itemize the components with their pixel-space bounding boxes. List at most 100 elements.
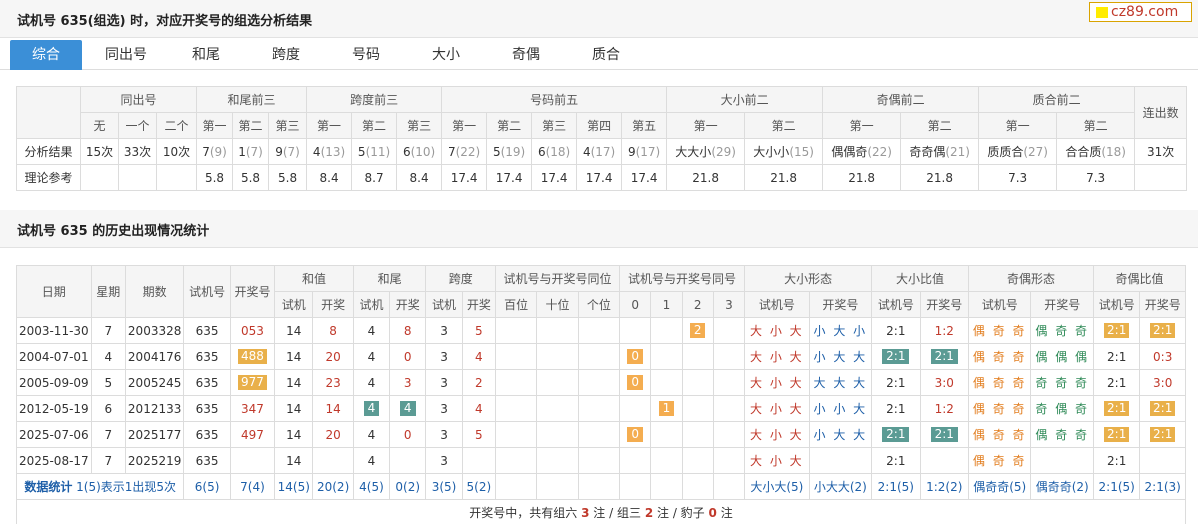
tab-daxiao[interactable]: 大小: [410, 40, 482, 70]
same-position-cell: [494, 369, 538, 396]
tail-trial-cell: 4: [352, 369, 391, 396]
same-position-cell: [494, 421, 538, 448]
history-header-10: 大小形态: [744, 265, 873, 292]
result-cell: 合合质(18): [1056, 138, 1136, 165]
size-pattern-draw: 小 大 大: [808, 421, 873, 448]
stats-cell: [577, 473, 621, 500]
draw-number-cell: [229, 447, 276, 474]
history-subheader-17: 试机号: [967, 291, 1032, 318]
sum-draw-cell: 23: [312, 369, 354, 396]
group-zhihe: 质合前二: [978, 86, 1136, 113]
history-subheader-16: 开奖号: [919, 291, 969, 318]
trial-number-cell: 635: [183, 369, 231, 396]
history-header: 试机号 635 的历史出现情况统计: [0, 210, 1198, 248]
same-number-cell: [650, 421, 683, 448]
tail-draw-cell: 4: [389, 395, 427, 422]
history-header-9: 试机号与开奖号同号: [619, 265, 746, 292]
same-number-cell: [681, 395, 714, 422]
history-subheader-4: 试机: [425, 291, 463, 318]
same-number-cell: [650, 343, 683, 370]
same-position-cell: [577, 447, 621, 474]
stats-cell: [712, 473, 746, 500]
span-trial-cell: 3: [425, 317, 463, 344]
result-cell: 7(9): [196, 138, 234, 165]
stats-cell: 2:1(5): [1092, 473, 1141, 500]
history-subheader-11: 2: [681, 291, 714, 318]
tab-tongchuhao[interactable]: 同出号: [90, 40, 162, 70]
stats-label-cell: 数据统计 1(5)表示1出现5次: [15, 473, 185, 500]
same-position-cell: [577, 343, 621, 370]
history-table: 日期 星期 期数 试机号 开奖号 和值 和尾 跨度 试机号与开奖号同位 试机号与开奖号同号 大小形态…: [15, 265, 1186, 524]
history-header-6: 和尾: [352, 265, 427, 292]
tab-haoma[interactable]: 号码: [330, 40, 402, 70]
result-cell: 大大小(29): [666, 138, 746, 165]
result-cell: 6(18): [531, 138, 578, 165]
group-jiou: 奇偶前二: [822, 86, 980, 113]
tail-draw-cell: 3: [389, 369, 427, 396]
tab-zonghe[interactable]: 综合: [10, 40, 82, 70]
history-subheader-2: 试机: [352, 291, 391, 318]
history-subheader-5: 开奖: [461, 291, 496, 318]
stats-cell: 偶奇奇(2): [1030, 473, 1094, 500]
tab-zhihe[interactable]: 质合: [570, 40, 642, 70]
same-number-cell: [650, 317, 683, 344]
result-cell: 9(7): [268, 138, 308, 165]
result-cell: 6(10): [396, 138, 443, 165]
reference-cell: [1134, 164, 1188, 191]
weekday-cell: 7: [90, 317, 126, 344]
stats-cell: 大小大(5): [744, 473, 810, 500]
weekday-cell: 7: [90, 421, 126, 448]
stats-cell: 1:2(2): [919, 473, 969, 500]
tab-hewei[interactable]: 和尾: [170, 40, 242, 70]
reference-cell: [155, 164, 198, 191]
same-number-cell: [681, 369, 714, 396]
stats-cell: 7(4): [229, 473, 276, 500]
tail-trial-cell: 4: [352, 395, 391, 422]
parity-pattern-draw: 偶 奇 奇: [1030, 421, 1094, 448]
table-row: 2003-11-30 7 2003328 635 053 14 8 4 8 3 5 2 大 小 大小 大…: [16, 317, 1186, 344]
parity-pattern-trial: 偶 奇 奇: [967, 395, 1032, 422]
parity-pattern-draw: 偶 偶 偶: [1030, 343, 1094, 370]
reference-cell: 17.4: [576, 164, 623, 191]
parity-pattern-draw: 奇 奇 奇: [1030, 369, 1094, 396]
same-position-cell: [494, 317, 538, 344]
parity-ratio-cell: 2:1: [1092, 343, 1141, 370]
site-logo[interactable]: cz89.com: [1089, 2, 1192, 22]
trial-number-cell: 635: [183, 447, 231, 474]
reference-cell: 17.4: [531, 164, 578, 191]
history-subheader-0: 试机: [274, 291, 314, 318]
same-number-cell: [650, 369, 683, 396]
date-cell: 2025-08-17: [16, 447, 92, 474]
subheader-0: 无: [80, 112, 119, 139]
span-draw-cell: 4: [461, 395, 496, 422]
size-pattern-trial: 大 小 大: [744, 369, 810, 396]
history-title: 试机号 635 的历史出现情况统计: [17, 224, 210, 239]
tab-kuadu[interactable]: 跨度: [250, 40, 322, 70]
history-subheader-13: 试机号: [744, 291, 810, 318]
size-pattern-draw: [808, 447, 873, 474]
trial-number-cell: 635: [183, 343, 231, 370]
count-baozi: 0: [708, 506, 717, 520]
same-position-cell: [536, 317, 579, 344]
reference-cell: 8.7: [351, 164, 398, 191]
same-number-cell: [712, 369, 746, 396]
parity-pattern-trial: 偶 奇 奇: [967, 369, 1032, 396]
same-number-cell: [681, 421, 714, 448]
history-subheader-8: 个位: [577, 291, 621, 318]
stats-label: 数据统计: [24, 480, 73, 494]
same-number-cell: [619, 447, 652, 474]
same-position-cell: [536, 343, 579, 370]
result-cell: 15次: [80, 138, 119, 165]
group-lianchu: 连出数: [1134, 86, 1188, 139]
stats-cell: [619, 473, 652, 500]
size-pattern-trial: 大 小 大: [744, 317, 810, 344]
reference-cell: 7.3: [978, 164, 1058, 191]
same-position-cell: [536, 421, 579, 448]
issue-cell: 2025177: [124, 421, 185, 448]
tab-jiou[interactable]: 奇偶: [490, 40, 562, 70]
parity-pattern-draw: 偶 奇 奇: [1030, 317, 1094, 344]
size-pattern-trial: 大 小 大: [744, 343, 810, 370]
subheader-5: 第三: [268, 112, 308, 139]
sum-draw-cell: 8: [312, 317, 354, 344]
draw-number-cell: 053: [229, 317, 276, 344]
